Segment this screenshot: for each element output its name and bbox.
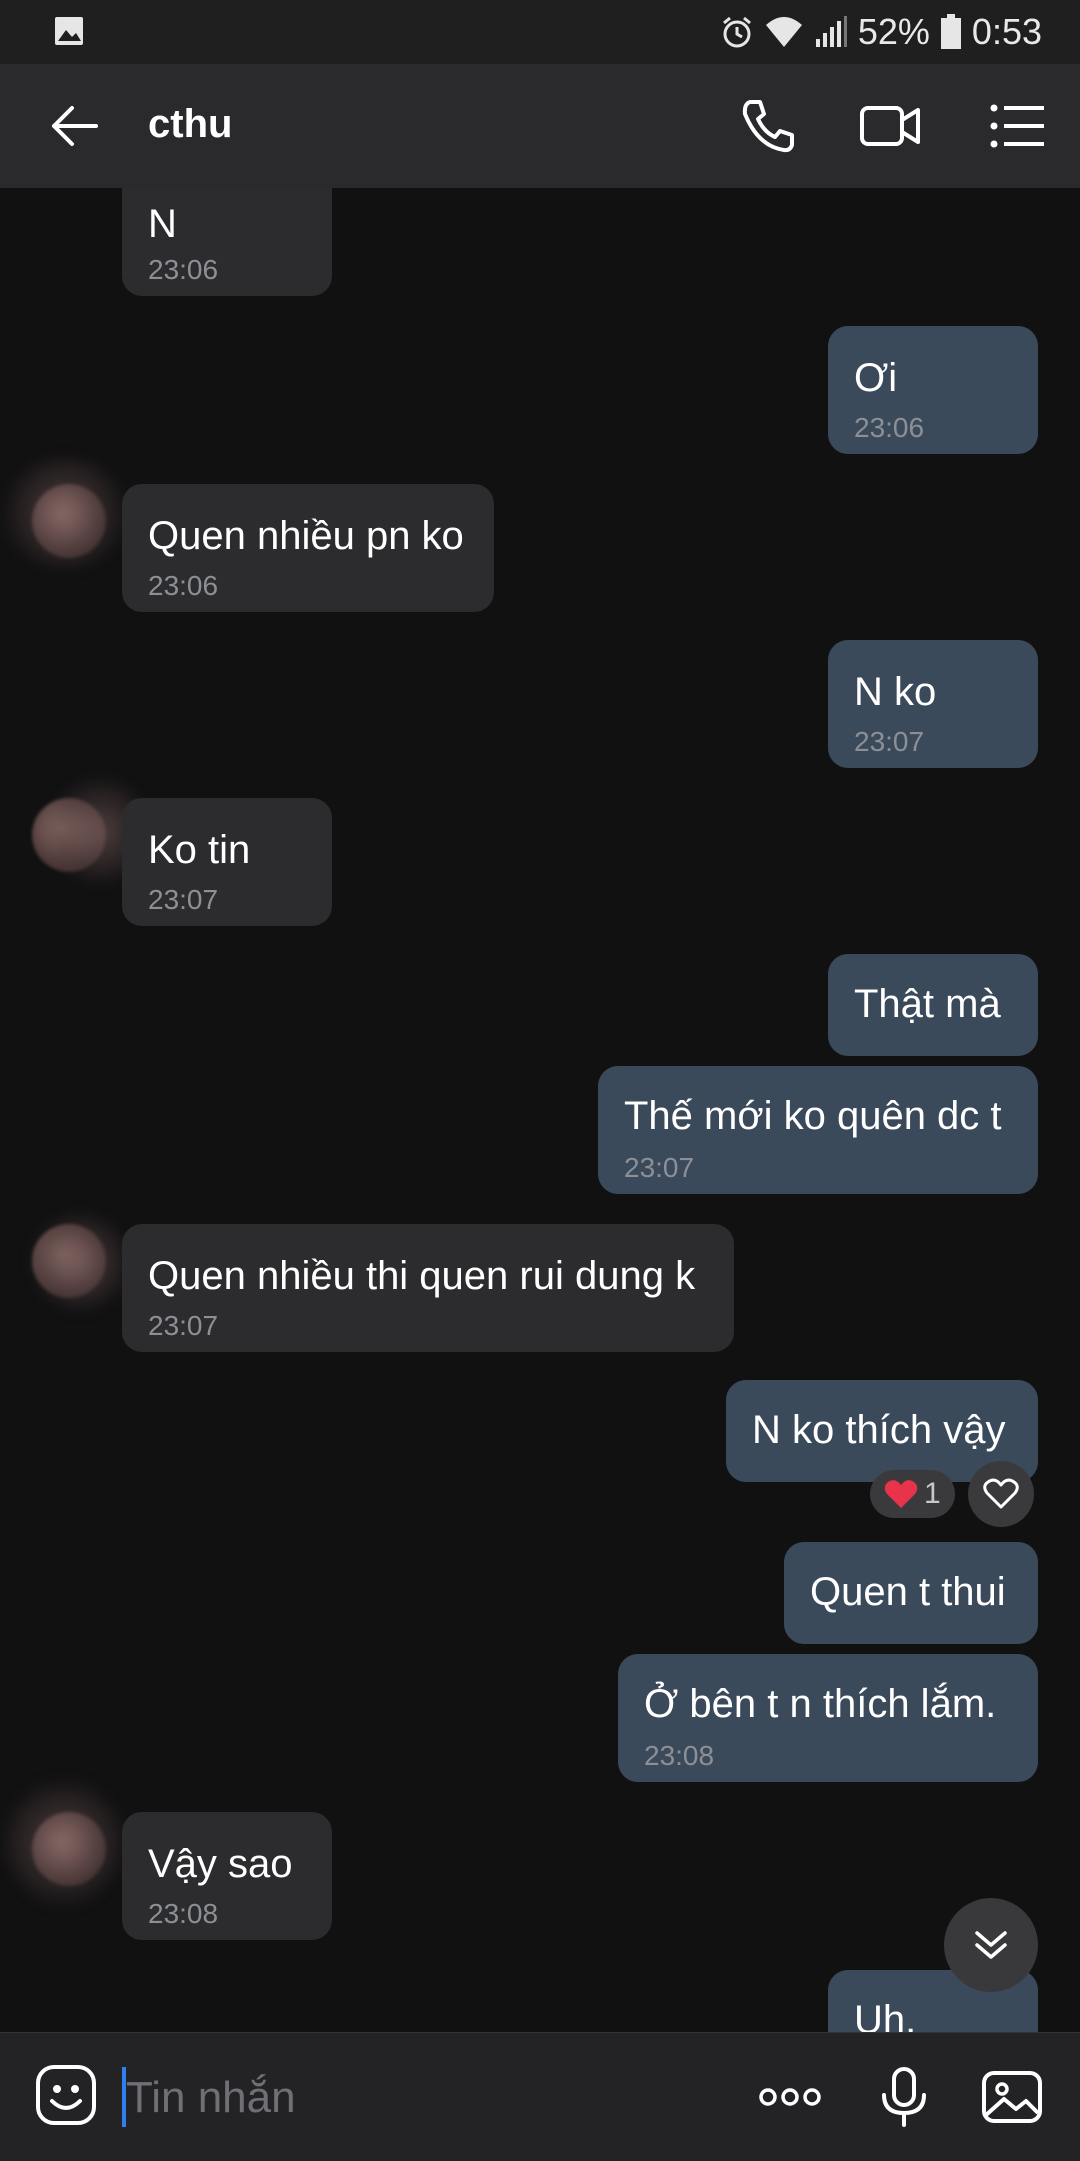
scroll-to-bottom-button[interactable] xyxy=(944,1898,1038,1992)
message-text: Thật mà xyxy=(854,982,1001,1026)
message-text: N ko xyxy=(854,670,937,714)
message-bubble-outgoing[interactable]: Thật mà xyxy=(828,954,1038,1056)
message-time: 23:06 xyxy=(148,254,219,285)
message-text: Ở bên t n thích lắm. xyxy=(644,1682,997,1726)
message-input[interactable]: Tin nhắn xyxy=(126,2073,296,2123)
video-camera-icon[interactable] xyxy=(858,94,922,158)
battery-percent: 52% xyxy=(857,11,930,52)
message-bubble-incoming[interactable]: Quen nhiều thi quen rui dung k 23:07 xyxy=(122,1224,734,1352)
alarm-icon xyxy=(722,16,751,48)
message-text: Ko tin xyxy=(148,828,251,872)
message-text: Quen nhiều pn ko xyxy=(148,514,464,558)
message-text: Ơi xyxy=(854,356,898,400)
message-text: Uh. xyxy=(854,1998,917,2032)
clock: 0:53 xyxy=(971,11,1042,52)
chat-header: cthu xyxy=(0,64,1080,188)
like-button[interactable] xyxy=(968,1461,1034,1527)
avatar-blur xyxy=(4,1778,124,1908)
message-text: Vậy sao xyxy=(148,1842,293,1886)
battery-icon xyxy=(940,14,961,49)
avatar-blur xyxy=(0,458,130,568)
heart-reaction-icon xyxy=(884,1480,918,1508)
reaction-badge[interactable]: 1 xyxy=(870,1470,955,1518)
message-time: 23:07 xyxy=(624,1152,695,1183)
message-time: 23:08 xyxy=(148,1898,219,1929)
menu-list-icon[interactable] xyxy=(986,94,1050,158)
message-time: 23:08 xyxy=(644,1740,715,1771)
image-icon[interactable] xyxy=(980,2065,1044,2129)
more-dots-icon[interactable] xyxy=(758,2065,822,2129)
message-composer: Tin nhắn xyxy=(0,2032,1080,2161)
message-time: 23:07 xyxy=(148,884,219,915)
message-text: N xyxy=(148,202,177,246)
emoji-icon[interactable] xyxy=(34,2063,98,2127)
message-bubble-outgoing[interactable]: Ơi 23:06 xyxy=(828,326,1038,454)
gallery-notification-icon xyxy=(55,17,83,45)
message-text: N ko thích vậy xyxy=(752,1408,1006,1452)
message-bubble-outgoing[interactable]: N ko 23:07 xyxy=(828,640,1038,768)
message-bubble-outgoing[interactable]: Quen t thui xyxy=(784,1542,1038,1644)
message-bubble-incoming[interactable]: Vậy sao 23:08 xyxy=(122,1812,332,1940)
chevron-double-down-icon xyxy=(975,1931,1007,1959)
message-bubble-incoming[interactable]: Quen nhiều pn ko 23:06 xyxy=(122,484,494,612)
message-time: 23:06 xyxy=(148,570,219,601)
message-bubble-incoming[interactable]: N 23:06 xyxy=(122,188,332,296)
contact-name[interactable]: cthu xyxy=(148,102,232,147)
message-text: Thế mới ko quên dc t xyxy=(624,1094,1002,1138)
message-bubble-outgoing[interactable]: Thế mới ko quên dc t 23:07 xyxy=(598,1066,1038,1194)
message-time: 23:06 xyxy=(854,412,925,443)
wifi-icon xyxy=(765,17,802,47)
microphone-icon[interactable] xyxy=(872,2065,936,2129)
message-bubble-outgoing[interactable]: Ở bên t n thích lắm. 23:08 xyxy=(618,1654,1038,1782)
heart-outline-icon xyxy=(983,1478,1019,1509)
message-list[interactable]: N 23:06 Ơi 23:06 Quen nhiều pn ko 23:06 … xyxy=(0,188,1080,2032)
arrow-left-icon[interactable] xyxy=(44,96,104,156)
message-text: Quen t thui xyxy=(810,1570,1006,1614)
avatar-blur xyxy=(30,1212,130,1312)
phone-icon[interactable] xyxy=(736,94,800,158)
reaction-count: 1 xyxy=(924,1477,941,1510)
status-bar: 52% 0:53 xyxy=(0,0,1080,64)
message-text: Quen nhiều thi quen rui dung k xyxy=(148,1254,696,1298)
signal-icon xyxy=(815,16,847,47)
message-time: 23:07 xyxy=(854,726,925,757)
message-bubble-incoming[interactable]: Ko tin 23:07 xyxy=(122,798,332,926)
message-time: 23:07 xyxy=(148,1310,219,1341)
